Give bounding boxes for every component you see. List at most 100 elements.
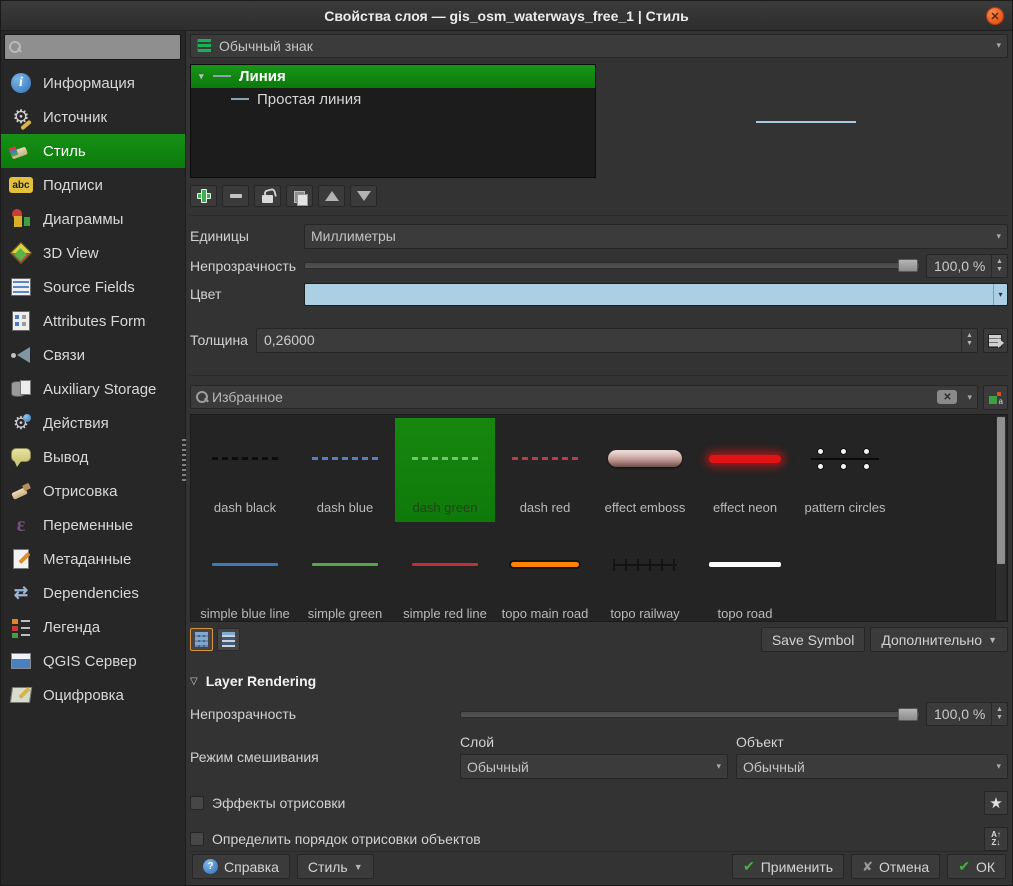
sidebar-item-variables[interactable]: Переменные [1, 508, 185, 542]
sidebar-item-display[interactable]: Вывод [1, 440, 185, 474]
renderer-type-value: Обычный знак [219, 38, 313, 54]
layer-blend-mode-dropdown[interactable]: Обычный ▾ [460, 754, 728, 779]
symbol-layers-toolbar [190, 185, 1008, 207]
save-symbol-label: Save Symbol [772, 632, 854, 648]
opacity-slider[interactable] [304, 262, 920, 269]
spin-arrows[interactable]: ▲▼ [991, 703, 1007, 725]
symbol-tile-dash-black[interactable]: dash black [195, 418, 295, 522]
units-dropdown[interactable]: Миллиметры ▾ [304, 224, 1008, 249]
sidebar-item-source-fields[interactable]: Source Fields [1, 270, 185, 304]
sidebar-item-source[interactable]: Источник [1, 100, 185, 134]
color-button[interactable]: ▾ [304, 283, 1008, 306]
units-value: Миллиметры [311, 228, 396, 244]
gallery-scrollbar[interactable] [995, 416, 1006, 621]
layer-opacity-spinbox[interactable]: 100,0 % ▲▼ [926, 702, 1008, 726]
sidebar-item-information[interactable]: Информация [1, 66, 185, 100]
tree-item-line[interactable]: ▾ Линия [191, 65, 595, 88]
opacity-spinbox[interactable]: 100,0 % ▲▼ [926, 254, 1008, 278]
symbol-tile-dash-blue[interactable]: dash blue [295, 418, 395, 522]
sidebar-item-metadata[interactable]: Метаданные [1, 542, 185, 576]
sidebar-item-auxiliary-storage[interactable]: Auxiliary Storage [1, 372, 185, 406]
symbol-tile-topo-main-road[interactable]: topo main road [495, 524, 595, 623]
sidebar-item-actions[interactable]: Действия [1, 406, 185, 440]
feature-order-checkbox[interactable] [190, 832, 204, 846]
symbol-label: pattern circles [803, 500, 888, 522]
icon-view-button[interactable] [190, 628, 213, 651]
stroke-width-spinbox[interactable]: 0,26000 ▲▼ [256, 328, 978, 353]
digitizing-icon [9, 683, 33, 707]
spin-arrows[interactable]: ▲▼ [991, 255, 1007, 277]
sort-order-button[interactable]: A↑Z↓ [984, 827, 1008, 851]
symbol-tile-dash-red[interactable]: dash red [495, 418, 595, 522]
symbol-tile-topo-railway[interactable]: topo railway [595, 524, 695, 623]
clear-search-icon[interactable]: ✕ [937, 390, 957, 404]
layer-properties-dialog: Свойства слоя — gis_osm_waterways_free_1… [0, 0, 1013, 886]
symbol-search-box[interactable]: ✕ ▾ [190, 385, 978, 409]
chevron-down-icon[interactable]: ▾ [967, 392, 972, 403]
sidebar-item-dependencies[interactable]: Dependencies [1, 576, 185, 610]
sidebar-item-legend[interactable]: Легенда [1, 610, 185, 644]
sidebar-item-diagrams[interactable]: Диаграммы [1, 202, 185, 236]
close-button[interactable]: ✕ [986, 7, 1004, 25]
effects-properties-button[interactable]: ★ [984, 791, 1008, 815]
advanced-button[interactable]: Дополнительно▼ [870, 627, 1008, 652]
save-symbol-button[interactable]: Save Symbol [761, 627, 865, 652]
symbol-tile-simple-green-line[interactable]: simple green line [295, 524, 395, 623]
symbol-label: topo railway [608, 606, 681, 623]
slider-handle[interactable] [898, 259, 918, 272]
draw-effects-checkbox[interactable] [190, 796, 204, 810]
spin-arrows[interactable]: ▲▼ [961, 329, 977, 352]
layer-rendering-header[interactable]: ▽ Layer Rendering [190, 673, 1008, 689]
tree-item-simple-line[interactable]: Простая линия [191, 88, 595, 111]
sidebar-item-style[interactable]: Стиль [1, 134, 185, 168]
data-defined-override-button[interactable] [983, 328, 1008, 353]
move-down-button[interactable] [350, 185, 377, 207]
symbol-search-input[interactable] [212, 389, 937, 405]
slider-handle[interactable] [898, 708, 918, 721]
title-bar: Свойства слоя — gis_osm_waterways_free_1… [1, 1, 1012, 31]
search-icon [196, 391, 208, 403]
neon-preview [709, 455, 781, 463]
remove-symbol-layer-button[interactable] [222, 185, 249, 207]
splitter-handle[interactable] [182, 439, 186, 483]
sidebar-item-attributes-form[interactable]: Attributes Form [1, 304, 185, 338]
sidebar-item-3d-view[interactable]: 3D View [1, 236, 185, 270]
sidebar-item-digitizing[interactable]: Оцифровка [1, 678, 185, 712]
style-manager-button[interactable] [983, 385, 1008, 410]
sidebar-item-labels[interactable]: Подписи [1, 168, 185, 202]
style-menu-button[interactable]: Стиль ▼ [297, 854, 374, 879]
move-up-button[interactable] [318, 185, 345, 207]
symbol-tile-topo-road[interactable]: topo road [695, 524, 795, 623]
cancel-button[interactable]: ✘ Отмена [851, 854, 940, 879]
sidebar-item-rendering[interactable]: Отрисовка [1, 474, 185, 508]
symbol-tile-simple-red-line[interactable]: simple red line [395, 524, 495, 623]
collapse-triangle-icon[interactable]: ▽ [190, 676, 198, 687]
symbol-tile-simple-blue-line[interactable]: simple blue line [195, 524, 295, 623]
line-symbol-icon [213, 75, 231, 77]
add-symbol-layer-button[interactable] [190, 185, 217, 207]
opacity-value: 100,0 % [934, 258, 985, 274]
feature-blend-mode-dropdown[interactable]: Обычный ▾ [736, 754, 1008, 779]
symbol-tile-dash-green[interactable]: dash green [395, 418, 495, 522]
sidebar-search-box[interactable] [4, 34, 181, 60]
sidebar-item-label: Оцифровка [43, 687, 124, 704]
list-view-button[interactable] [217, 628, 240, 651]
symbol-tile-effect-emboss[interactable]: effect emboss [595, 418, 695, 522]
duplicate-symbol-layer-button[interactable] [286, 185, 313, 207]
symbol-tile-pattern-circles[interactable]: pattern circles [795, 418, 895, 522]
apply-button[interactable]: ✔ Применить [732, 854, 844, 879]
sidebar-item-qgis-server[interactable]: QGIS Сервер [1, 644, 185, 678]
sidebar-search-input[interactable] [25, 40, 176, 55]
symbol-tile-effect-neon[interactable]: effect neon [695, 418, 795, 522]
sidebar-item-relations[interactable]: Связи [1, 338, 185, 372]
lock-color-button[interactable] [254, 185, 281, 207]
layer-opacity-slider[interactable] [460, 711, 920, 718]
ok-button[interactable]: ✔ ОК [947, 854, 1006, 879]
chevron-down-icon[interactable]: ▾ [993, 284, 1007, 305]
help-button[interactable]: ? Справка [192, 854, 290, 879]
collapse-triangle-icon[interactable]: ▾ [199, 71, 209, 82]
tree-item-label: Линия [239, 68, 286, 85]
scrollbar-thumb[interactable] [997, 417, 1005, 564]
renderer-type-dropdown[interactable]: Обычный знак ▾ [190, 34, 1008, 58]
feature-order-label: Определить порядок отрисовки объектов [212, 831, 481, 847]
